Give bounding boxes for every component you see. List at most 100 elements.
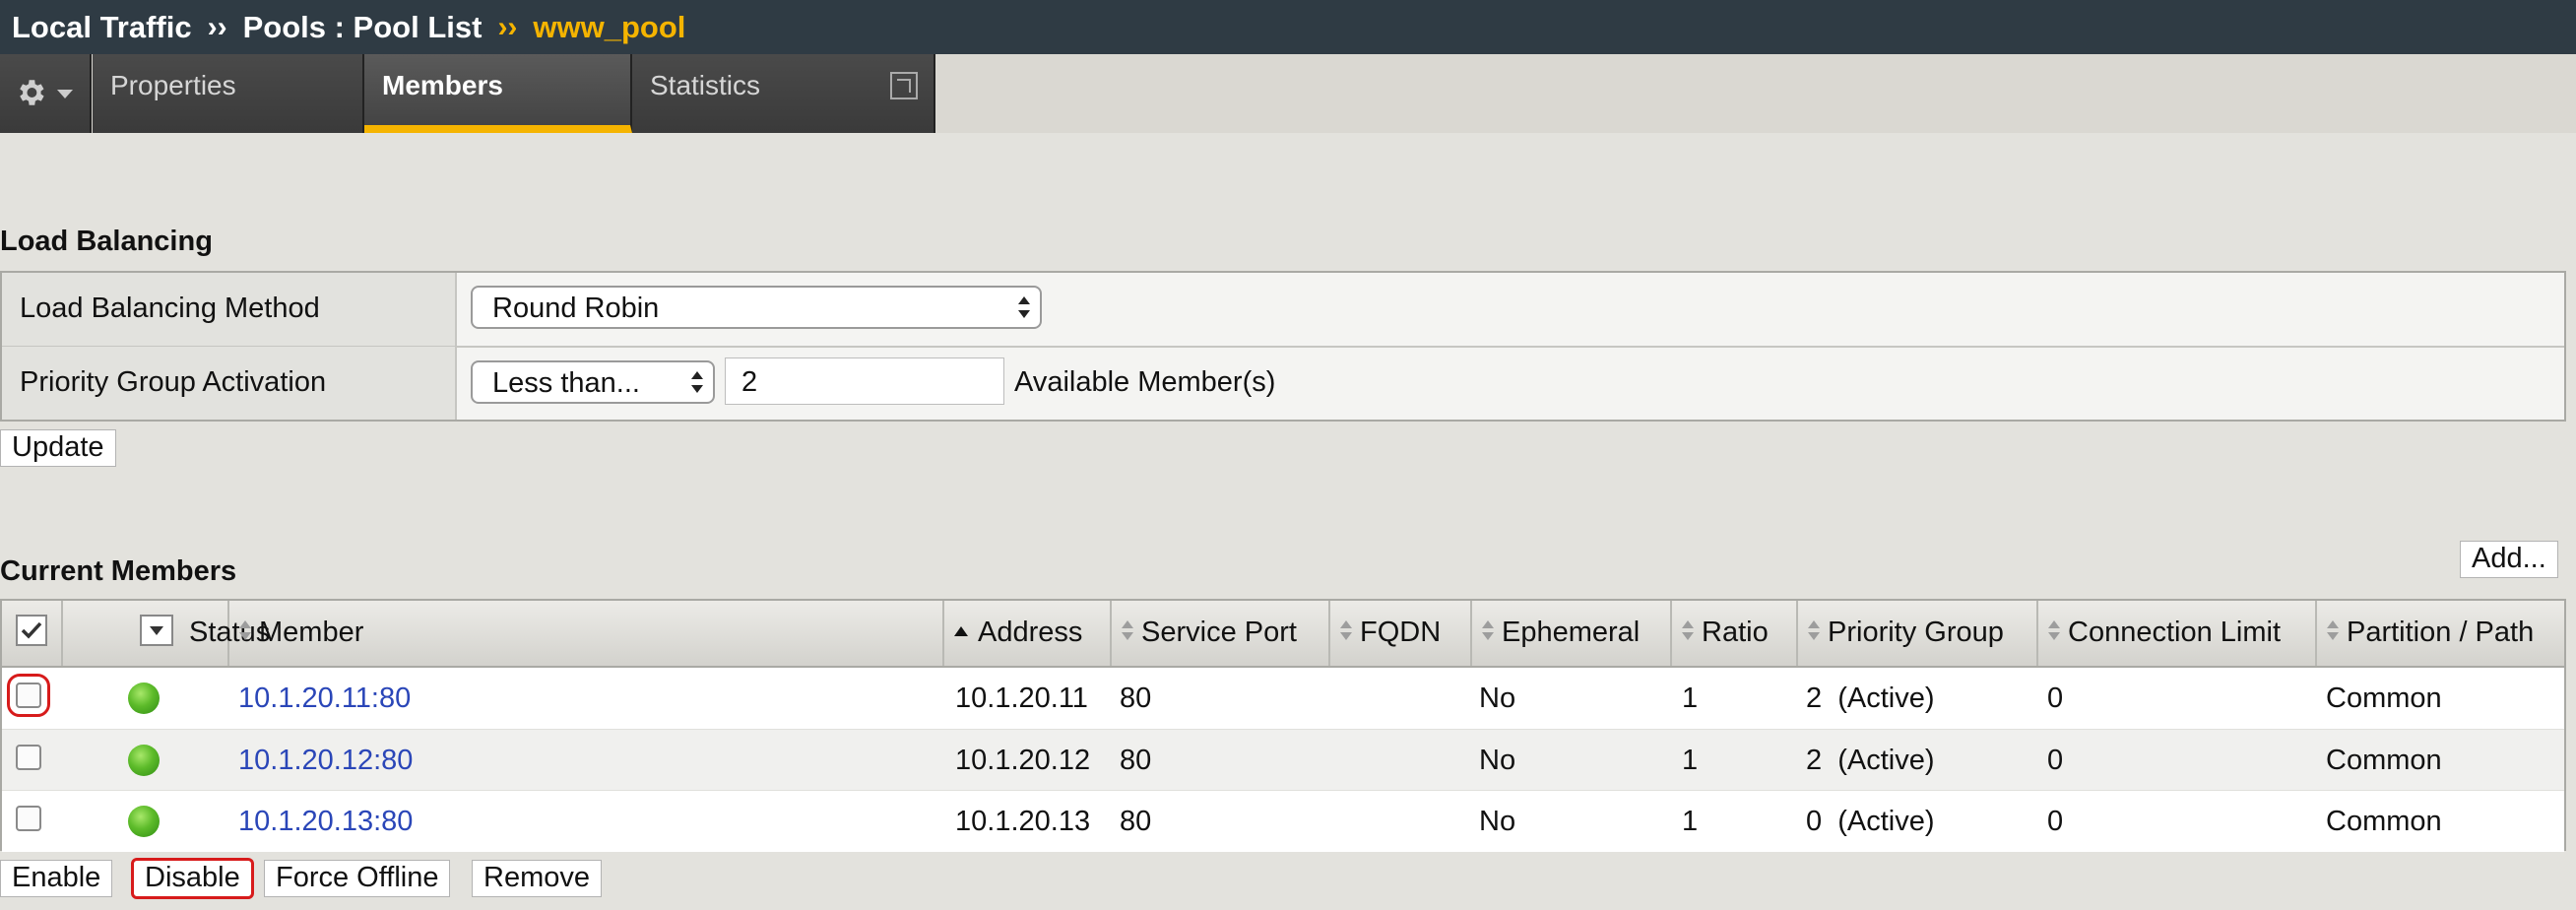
tab-properties[interactable]: Properties — [93, 54, 364, 133]
breadcrumb-separator: ›› — [207, 10, 227, 43]
sort-icon — [1808, 620, 1820, 642]
tab-label: Properties — [110, 70, 236, 100]
header-connection-limit[interactable]: Connection Limit — [2038, 601, 2317, 666]
popout-icon[interactable] — [890, 72, 918, 99]
sort-icon — [1482, 620, 1494, 642]
breadcrumb-item-local-traffic[interactable]: Local Traffic — [12, 10, 192, 45]
row-checkbox[interactable] — [16, 806, 41, 831]
tab-strip: Properties Members Statistics — [0, 54, 2576, 133]
breadcrumb-current: www_pool — [533, 9, 686, 44]
sort-icon — [239, 620, 251, 642]
priority-group-cell: 0 (Active) — [1806, 806, 1935, 837]
gear-menu-button[interactable] — [0, 54, 92, 133]
ratio-cell: 1 — [1682, 745, 1699, 776]
sort-icon — [1340, 620, 1352, 642]
header-label: Partition / Path — [2347, 617, 2535, 648]
header-fqdn[interactable]: FQDN — [1330, 601, 1472, 666]
update-button[interactable]: Update — [0, 429, 116, 467]
check-icon — [21, 621, 42, 639]
available-members-label: Available Member(s) — [1014, 366, 1276, 398]
load-balancing-method-select[interactable]: Round Robin — [471, 286, 1042, 329]
connection-limit-cell: 0 — [2047, 806, 2064, 837]
header-service-port[interactable]: Service Port — [1112, 601, 1330, 666]
header-ratio[interactable]: Ratio — [1672, 601, 1798, 666]
ephemeral-cell: No — [1479, 806, 1516, 837]
member-link[interactable]: 10.1.20.13:80 — [238, 806, 413, 838]
enable-button[interactable]: Enable — [0, 860, 113, 897]
header-label: Service Port — [1141, 617, 1297, 648]
service-port-cell: 80 — [1120, 806, 1152, 837]
form-row: Load Balancing Method Round Robin — [2, 273, 2564, 348]
member-link[interactable]: 10.1.20.11:80 — [238, 682, 411, 715]
service-port-cell: 80 — [1120, 682, 1152, 714]
header-label: Priority Group — [1828, 617, 2004, 648]
chevron-down-icon — [57, 90, 73, 98]
section-title-load-balancing: Load Balancing — [0, 226, 213, 257]
breadcrumb-separator: ›› — [497, 10, 518, 43]
load-balancing-table: Load Balancing Method Round Robin Priori… — [0, 271, 2566, 422]
ratio-cell: 1 — [1682, 806, 1699, 837]
status-filter-dropdown[interactable] — [140, 615, 173, 646]
header-priority-group[interactable]: Priority Group — [1798, 601, 2038, 666]
ephemeral-cell: No — [1479, 745, 1516, 776]
header-label: FQDN — [1360, 617, 1442, 648]
available-members-input[interactable]: 2 — [725, 358, 1004, 405]
remove-button[interactable]: Remove — [472, 860, 602, 897]
status-available-icon — [128, 745, 160, 776]
force-offline-button[interactable]: Force Offline — [264, 860, 451, 897]
partition-cell: Common — [2326, 745, 2442, 776]
field-label: Load Balancing Method — [2, 273, 457, 346]
row-checkbox[interactable] — [16, 745, 41, 770]
disable-button[interactable]: Disable — [131, 858, 254, 899]
breadcrumb-item-pool-list[interactable]: Pools : Pool List — [243, 10, 483, 45]
tab-statistics[interactable]: Statistics — [632, 54, 935, 133]
address-cell: 10.1.20.13 — [955, 806, 1091, 837]
partition-cell: Common — [2326, 806, 2442, 837]
partition-cell: Common — [2326, 682, 2442, 714]
header-label: Address — [978, 617, 1083, 648]
select-arrows-icon — [691, 371, 703, 395]
gear-icon — [20, 80, 44, 105]
header-ephemeral[interactable]: Ephemeral — [1472, 601, 1672, 666]
sort-icon — [2048, 620, 2060, 642]
header-address[interactable]: Address — [944, 601, 1112, 666]
row-checkbox[interactable] — [7, 674, 50, 717]
address-cell: 10.1.20.12 — [955, 745, 1091, 776]
header-label: Connection Limit — [2068, 617, 2281, 648]
add-member-button[interactable]: Add... — [2460, 541, 2558, 578]
priority-group-cell: 2 (Active) — [1806, 682, 1935, 714]
address-cell: 10.1.20.11 — [955, 682, 1088, 714]
header-label: Ratio — [1702, 617, 1769, 648]
form-row: Priority Group Activation Less than... 2… — [2, 347, 2564, 420]
service-port-cell: 80 — [1120, 745, 1152, 776]
header-label: Member — [259, 617, 364, 648]
table-header: Status Member Address Service Port FQDN … — [2, 601, 2564, 668]
priority-group-select[interactable]: Less than... — [471, 360, 715, 404]
tab-label: Statistics — [650, 70, 761, 100]
table-row: 10.1.20.11:80 10.1.20.11 80 No 1 2 (Acti… — [2, 668, 2564, 729]
members-table: Status Member Address Service Port FQDN … — [0, 599, 2566, 852]
sort-icon — [1682, 620, 1694, 642]
header-select-all — [2, 601, 63, 666]
member-link[interactable]: 10.1.20.12:80 — [238, 745, 413, 777]
header-label: Ephemeral — [1502, 617, 1641, 648]
ephemeral-cell: No — [1479, 682, 1516, 714]
sort-ascending-icon — [954, 626, 968, 637]
select-all-checkbox[interactable] — [16, 615, 47, 646]
field-label: Priority Group Activation — [2, 347, 457, 420]
ratio-cell: 1 — [1682, 682, 1699, 714]
header-partition-path[interactable]: Partition / Path — [2317, 601, 2564, 666]
status-available-icon — [128, 682, 160, 714]
sort-icon — [1122, 620, 1133, 642]
connection-limit-cell: 0 — [2047, 682, 2064, 714]
header-member[interactable]: Member — [229, 601, 944, 666]
header-status[interactable]: Status — [63, 601, 270, 666]
priority-group-cell: 2 (Active) — [1806, 745, 1935, 776]
tab-members[interactable]: Members — [364, 54, 632, 133]
select-value: Round Robin — [492, 292, 660, 324]
sort-icon — [2327, 620, 2339, 642]
table-row: 10.1.20.12:80 10.1.20.12 80 No 1 2 (Acti… — [2, 729, 2564, 791]
connection-limit-cell: 0 — [2047, 745, 2064, 776]
section-title-current-members: Current Members — [0, 555, 237, 587]
breadcrumb: Local Traffic ›› Pools : Pool List ›› ww… — [0, 0, 2576, 54]
